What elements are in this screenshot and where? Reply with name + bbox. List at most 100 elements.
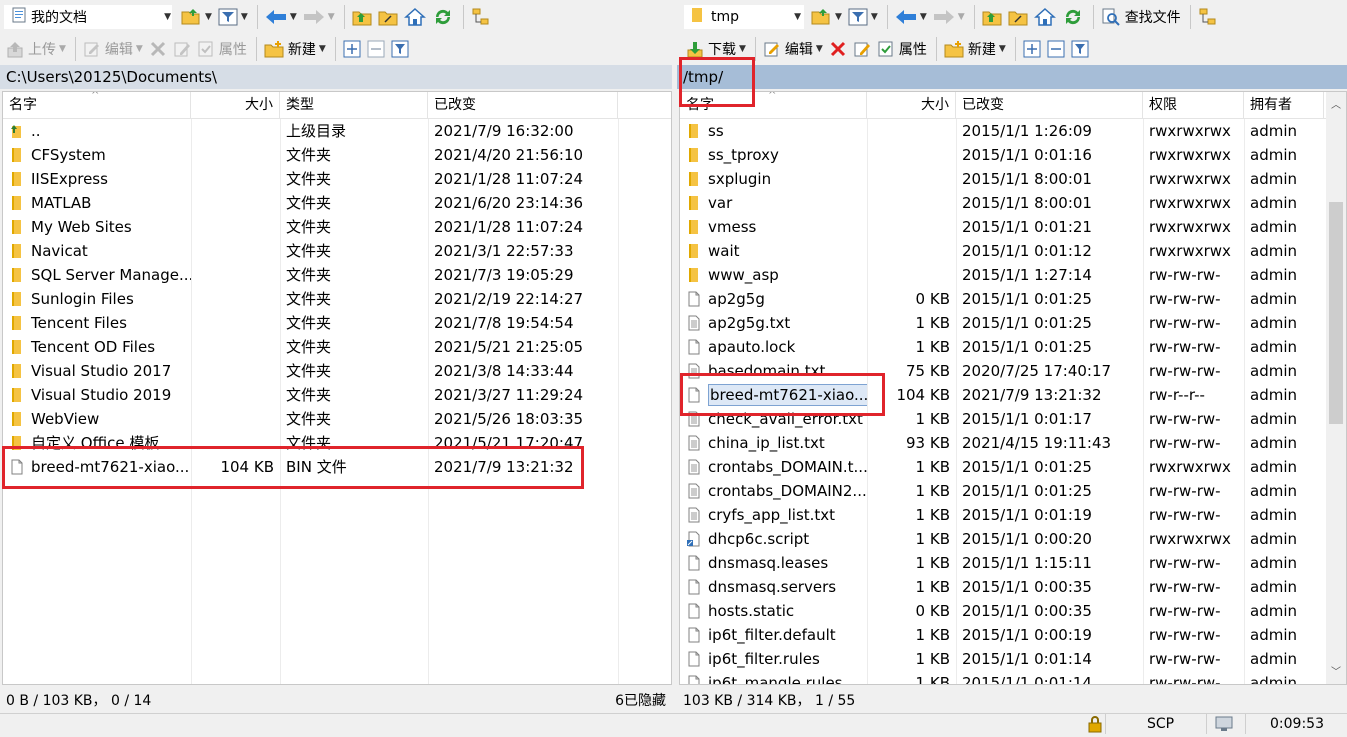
right-new-button[interactable]: 新建 ▼ xyxy=(942,36,1008,62)
right-edit-button[interactable]: 编辑 ▼ xyxy=(761,36,825,62)
folder-row[interactable]: Visual Studio 2019 文件夹 2021/3/27 11:29:24 xyxy=(3,383,671,407)
left-file-list[interactable]: 名字 ^ 大小 类型 已改变 .. 上级目录 2021/7/9 16:32:00 CF… xyxy=(2,91,672,685)
right-properties-button[interactable]: 属性 xyxy=(875,36,929,62)
folder-row[interactable]: www_asp 2015/1/1 1:27:14 rw-rw-rw-admin xyxy=(680,263,1346,287)
upload-button[interactable]: 上传 ▼ xyxy=(4,36,68,62)
file-row[interactable]: ip6t_mangle.rules 1 KB 2015/1/1 0:01:14 rw-… xyxy=(680,671,1346,684)
file-row[interactable]: hosts.static 0 KB 2015/1/1 0:00:35 rw-rw-rw… xyxy=(680,599,1346,623)
folder-row[interactable]: MATLAB 文件夹 2021/6/20 23:14:36 xyxy=(3,191,671,215)
scroll-up-icon[interactable]: ︿ xyxy=(1331,96,1341,111)
column-header-modified[interactable]: 已改变 xyxy=(956,92,1143,118)
left-edit-button[interactable]: 编辑 ▼ xyxy=(81,36,145,62)
file-row[interactable]: check_avail_error.txt 1 KB 2015/1/1 0:01:1… xyxy=(680,407,1346,431)
new-folder-icon xyxy=(944,40,964,58)
column-header-permissions[interactable]: 权限 xyxy=(1143,92,1244,118)
left-home-button[interactable] xyxy=(402,4,428,30)
folder-row[interactable]: ss_tproxy 2015/1/1 0:01:16 rwxrwxrwx admin xyxy=(680,143,1346,167)
left-new-button[interactable]: 新建 ▼ xyxy=(262,36,328,62)
column-header-modified[interactable]: 已改变 xyxy=(428,92,618,118)
download-button[interactable]: 下载 ▼ xyxy=(684,36,748,62)
column-header-name[interactable]: 名字 ^ xyxy=(680,92,867,118)
folder-row[interactable]: My Web Sites 文件夹 2021/1/28 11:07:24 xyxy=(3,215,671,239)
folder-row[interactable]: sxplugin 2015/1/1 8:00:01 rwxrwxrwx admin xyxy=(680,167,1346,191)
folder-row[interactable]: 自定义 Office 模板 文件夹 2021/5/21 17:20:47 xyxy=(3,431,671,455)
file-row[interactable]: china_ip_list.txt 93 KB 2021/4/15 19:11:43… xyxy=(680,431,1346,455)
left-location-combo[interactable]: 我的文档 ▼ xyxy=(4,5,172,29)
right-select-all-button[interactable] xyxy=(1021,36,1043,62)
folder-row[interactable]: wait 2015/1/1 0:01:12 rwxrwxrwx admin xyxy=(680,239,1346,263)
folder-row[interactable]: CFSystem 文件夹 2021/4/20 21:56:10 xyxy=(3,143,671,167)
column-header-size[interactable]: 大小 xyxy=(191,92,280,118)
find-files-button[interactable]: 查找文件 xyxy=(1099,4,1183,30)
right-refresh-button[interactable] xyxy=(1060,4,1086,30)
right-tree-toggle-button[interactable] xyxy=(1196,4,1220,30)
folder-icon xyxy=(9,363,31,379)
left-tree-toggle-button[interactable] xyxy=(469,4,493,30)
folder-row[interactable]: ss 2015/1/1 1:26:09 rwxrwxrwx admin xyxy=(680,119,1346,143)
hidden-count[interactable]: 6已隐藏 xyxy=(615,690,666,710)
left-properties-button[interactable]: 属性 xyxy=(195,36,249,62)
file-row[interactable]: apauto.lock 1 KB 2015/1/1 0:01:25 rw-rw-rw-… xyxy=(680,335,1346,359)
right-unselect-button[interactable] xyxy=(1045,36,1067,62)
right-filter-button[interactable]: ▼ xyxy=(846,4,880,30)
folder-row[interactable]: Navicat 文件夹 2021/3/1 22:57:33 xyxy=(3,239,671,263)
folder-row[interactable]: IISExpress 文件夹 2021/1/28 11:07:24 xyxy=(3,167,671,191)
left-select-all-button[interactable] xyxy=(341,36,363,62)
left-back-button[interactable]: ▼ xyxy=(263,4,299,30)
folder-row[interactable]: Tencent OD Files 文件夹 2021/5/21 21:25:05 xyxy=(3,335,671,359)
left-forward-button[interactable]: ▼ xyxy=(301,4,337,30)
file-row[interactable]: dhcp6c.script 1 KB 2015/1/1 0:00:20 rwxrwxr… xyxy=(680,527,1346,551)
left-unselect-button[interactable] xyxy=(365,36,387,62)
left-root-dir-button[interactable] xyxy=(376,4,400,30)
scrollbar-thumb[interactable] xyxy=(1329,202,1343,424)
folder-row[interactable]: WebView 文件夹 2021/5/26 18:03:35 xyxy=(3,407,671,431)
column-header-size[interactable]: 大小 xyxy=(867,92,956,118)
left-open-folder-button[interactable]: ▼ xyxy=(178,4,214,30)
folder-row[interactable]: Tencent Files 文件夹 2021/7/8 19:54:54 xyxy=(3,311,671,335)
right-filter-select-button[interactable] xyxy=(1069,36,1091,62)
parent-dir-row[interactable]: .. 上级目录 2021/7/9 16:32:00 xyxy=(3,119,671,143)
right-vertical-scrollbar[interactable]: ︿ ﹀ xyxy=(1326,92,1346,684)
left-filter-select-button[interactable] xyxy=(389,36,411,62)
folder-row[interactable]: vmess 2015/1/1 0:01:21 rwxrwxrwx admin xyxy=(680,215,1346,239)
file-row[interactable]: basedomain.txt 75 KB 2020/7/25 17:40:17 rw-… xyxy=(680,359,1346,383)
folder-row[interactable]: var 2015/1/1 8:00:01 rwxrwxrwx admin xyxy=(680,191,1346,215)
file-row[interactable]: crontabs_DOMAIN2.... 1 KB 2015/1/1 0:01:25… xyxy=(680,479,1346,503)
right-parent-dir-button[interactable] xyxy=(980,4,1004,30)
left-refresh-button[interactable] xyxy=(430,4,456,30)
right-forward-button[interactable]: ▼ xyxy=(931,4,967,30)
file-row[interactable]: dnsmasq.leases 1 KB 2015/1/1 1:15:11 rw-rw-… xyxy=(680,551,1346,575)
right-open-folder-button[interactable]: ▼ xyxy=(808,4,844,30)
right-delete-button[interactable] xyxy=(827,36,849,62)
left-parent-dir-button[interactable] xyxy=(350,4,374,30)
right-home-button[interactable] xyxy=(1032,4,1058,30)
right-rename-button[interactable] xyxy=(851,36,873,62)
file-row[interactable]: crontabs_DOMAIN.t... 1 KB 2015/1/1 0:01:25… xyxy=(680,455,1346,479)
left-filter-button[interactable]: ▼ xyxy=(216,4,250,30)
right-path-bar[interactable]: /tmp/ xyxy=(677,65,1347,89)
left-column-headers: 名字 ^ 大小 类型 已改变 xyxy=(3,92,671,119)
left-rename-button[interactable] xyxy=(171,36,193,62)
right-root-dir-button[interactable] xyxy=(1006,4,1030,30)
scroll-down-icon[interactable]: ﹀ xyxy=(1331,663,1341,678)
file-row[interactable]: ip6t_filter.rules 1 KB 2015/1/1 0:01:14 rw-… xyxy=(680,647,1346,671)
right-back-button[interactable]: ▼ xyxy=(893,4,929,30)
file-row[interactable]: cryfs_app_list.txt 1 KB 2015/1/1 0:01:19 rw… xyxy=(680,503,1346,527)
file-row[interactable]: ap2g5g.txt 1 KB 2015/1/1 0:01:25 rw-rw-rw-a… xyxy=(680,311,1346,335)
right-location-combo[interactable]: tmp ▼ xyxy=(684,5,804,29)
file-row[interactable]: ap2g5g 0 KB 2015/1/1 0:01:25 rw-rw-rw-admin xyxy=(680,287,1346,311)
folder-row[interactable]: Visual Studio 2017 文件夹 2021/3/8 14:33:44 xyxy=(3,359,671,383)
column-header-name[interactable]: 名字 ^ xyxy=(3,92,191,118)
file-row[interactable]: breed-mt7621-xiao... 104 KB 2021/7/9 13:21… xyxy=(680,383,1346,407)
left-path-bar[interactable]: C:\Users\20125\Documents\ xyxy=(0,65,672,89)
folder-row[interactable]: Sunlogin Files 文件夹 2021/2/19 22:14:27 xyxy=(3,287,671,311)
column-header-owner[interactable]: 拥有者 xyxy=(1244,92,1324,118)
file-row[interactable]: ip6t_filter.default 1 KB 2015/1/1 0:00:19 r… xyxy=(680,623,1346,647)
right-file-list[interactable]: 名字 ^ 大小 已改变 权限 拥有者 ss 2015/1/1 1:26:09 rwx… xyxy=(679,91,1347,685)
separator xyxy=(973,5,975,29)
left-delete-button[interactable] xyxy=(147,36,169,62)
folder-row[interactable]: SQL Server Manage... 文件夹 2021/7/3 19:05:29 xyxy=(3,263,671,287)
file-row[interactable]: dnsmasq.servers 1 KB 2015/1/1 0:00:35 rw-rw… xyxy=(680,575,1346,599)
file-row[interactable]: breed-mt7621-xiao... 104 KB BIN 文件 2021/7/9… xyxy=(3,455,671,479)
column-header-type[interactable]: 类型 xyxy=(280,92,428,118)
